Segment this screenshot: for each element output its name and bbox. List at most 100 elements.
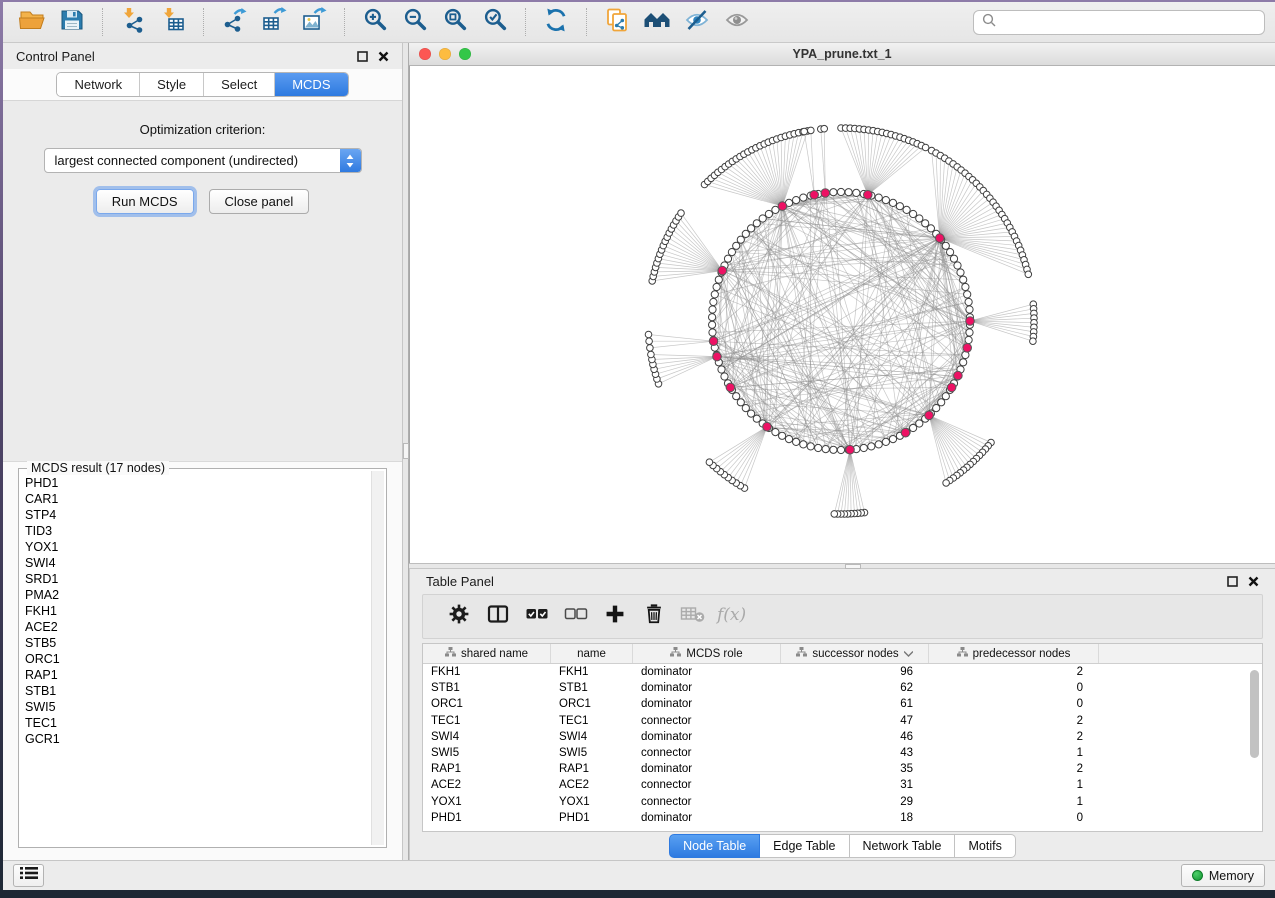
network-window-titlebar[interactable]: YPA_prune.txt_1 <box>409 43 1275 66</box>
cell: 2 <box>929 763 1099 775</box>
first-neighbors-button[interactable] <box>638 6 676 38</box>
result-node[interactable]: GCR1 <box>25 731 370 747</box>
control-panel: Control Panel NetworkStyleSelectMCDS Opt… <box>3 43 402 860</box>
tab-motifs[interactable]: Motifs <box>955 834 1015 858</box>
run-mcds-button[interactable]: Run MCDS <box>96 189 194 214</box>
table-row[interactable]: FKH1FKH1dominator962 <box>423 664 1262 680</box>
export-network-button[interactable] <box>215 6 253 38</box>
table-row[interactable]: RAP1RAP1dominator352 <box>423 761 1262 777</box>
result-node[interactable]: SWI4 <box>25 555 370 571</box>
result-node[interactable]: TEC1 <box>25 715 370 731</box>
cell: ORC1 <box>551 698 633 710</box>
table-row[interactable]: YOX1YOX1connector291 <box>423 794 1262 810</box>
table-scrollbar-thumb[interactable] <box>1250 670 1259 758</box>
export-table-button[interactable] <box>255 6 293 38</box>
result-node[interactable]: SWI5 <box>25 699 370 715</box>
cell: 0 <box>929 812 1099 824</box>
tab-network[interactable]: Network <box>57 73 140 96</box>
zoom-fit-button[interactable] <box>436 6 474 38</box>
cell: ACE2 <box>551 779 633 791</box>
memory-label: Memory <box>1209 869 1254 883</box>
tab-node-table[interactable]: Node Table <box>669 834 760 858</box>
import-network-button[interactable] <box>114 6 152 38</box>
table-tabs-bar: Node TableEdge TableNetwork TableMotifs <box>410 832 1275 860</box>
open-file-button[interactable] <box>13 6 51 38</box>
close-window-light[interactable] <box>419 48 431 60</box>
float-table-panel-icon[interactable] <box>1227 576 1238 587</box>
export-image-button[interactable] <box>295 6 333 38</box>
result-node[interactable]: RAP1 <box>25 667 370 683</box>
minimize-window-light[interactable] <box>439 48 451 60</box>
close-table-panel-icon[interactable] <box>1248 576 1259 587</box>
show-all-button[interactable] <box>718 6 756 38</box>
zoom-window-light[interactable] <box>459 48 471 60</box>
mcds-result-list[interactable]: PHD1CAR1STP4TID3YOX1SWI4SRD1PMA2FKH1ACE2… <box>25 475 370 845</box>
column-header-shared-name[interactable]: shared name <box>423 644 551 663</box>
refresh-view-button[interactable] <box>537 6 575 38</box>
cell: 96 <box>781 666 929 678</box>
table-row[interactable]: SWI5SWI5connector431 <box>423 745 1262 761</box>
mcds-tab-content: Optimization criterion: largest connecte… <box>3 100 402 462</box>
table-row[interactable]: ORC1ORC1dominator610 <box>423 696 1262 712</box>
tab-network-table[interactable]: Network Table <box>850 834 956 858</box>
column-header-predecessor-nodes[interactable]: predecessor nodes <box>929 644 1099 663</box>
cell: 2 <box>929 715 1099 727</box>
close-panel-button[interactable]: Close panel <box>209 189 310 214</box>
table-row[interactable]: PHD1PHD1dominator180 <box>423 810 1262 826</box>
horizontal-splitter[interactable] <box>409 563 1275 569</box>
zoom-out-button[interactable] <box>396 6 434 38</box>
float-panel-icon[interactable] <box>357 51 368 62</box>
show-column-panel-button[interactable] <box>478 600 517 634</box>
result-node[interactable]: ORC1 <box>25 651 370 667</box>
tab-style[interactable]: Style <box>140 73 204 96</box>
table-row[interactable]: STB1STB1dominator620 <box>423 680 1262 696</box>
result-node[interactable]: STP4 <box>25 507 370 523</box>
result-node[interactable]: SRD1 <box>25 571 370 587</box>
select-all-rows-button[interactable] <box>517 600 556 634</box>
task-history-button[interactable] <box>13 864 44 887</box>
delete-column-button[interactable] <box>634 600 673 634</box>
zoom-in-button[interactable] <box>356 6 394 38</box>
criterion-dropdown[interactable]: largest connected component (undirected) <box>44 148 362 173</box>
status-bar: Memory <box>3 860 1275 890</box>
cell: FKH1 <box>551 666 633 678</box>
hide-selected-button[interactable] <box>678 6 716 38</box>
result-node[interactable]: ACE2 <box>25 619 370 635</box>
deselect-all-rows-button[interactable] <box>556 600 595 634</box>
result-node[interactable]: PHD1 <box>25 475 370 491</box>
result-node[interactable]: TID3 <box>25 523 370 539</box>
search-input[interactable] <box>1002 15 1256 29</box>
import-table-button[interactable] <box>154 6 192 38</box>
table-header-row: shared namenameMCDS rolesuccessor nodesp… <box>423 644 1262 664</box>
table-options-button[interactable] <box>439 600 478 634</box>
tab-edge-table[interactable]: Edge Table <box>760 834 849 858</box>
cell: PHD1 <box>423 812 551 824</box>
save-session-button[interactable] <box>53 6 91 38</box>
column-header-name[interactable]: name <box>551 644 633 663</box>
tab-mcds[interactable]: MCDS <box>275 73 347 96</box>
vertical-splitter[interactable] <box>402 43 409 860</box>
result-node[interactable]: CAR1 <box>25 491 370 507</box>
column-header-successor-nodes[interactable]: successor nodes <box>781 644 929 663</box>
zoom-selected-button[interactable] <box>476 6 514 38</box>
horizontal-splitter-grip[interactable] <box>845 564 861 569</box>
result-node[interactable]: STB1 <box>25 683 370 699</box>
table-row[interactable]: ACE2ACE2connector311 <box>423 777 1262 793</box>
result-node[interactable]: YOX1 <box>25 539 370 555</box>
result-node[interactable]: STB5 <box>25 635 370 651</box>
clone-network-button[interactable] <box>598 6 636 38</box>
tab-select[interactable]: Select <box>204 73 275 96</box>
table-row[interactable]: TEC1TEC1connector472 <box>423 713 1262 729</box>
network-graph[interactable] <box>410 66 1275 563</box>
result-list-scrollbar[interactable] <box>371 471 384 845</box>
add-column-button[interactable] <box>595 600 634 634</box>
result-node[interactable]: FKH1 <box>25 603 370 619</box>
column-header-MCDS-role[interactable]: MCDS role <box>633 644 781 663</box>
table-row[interactable]: SWI4SWI4dominator462 <box>423 729 1262 745</box>
network-canvas[interactable] <box>409 66 1275 563</box>
memory-button[interactable]: Memory <box>1181 864 1265 887</box>
table-scrollbar[interactable] <box>1249 668 1259 823</box>
search-box[interactable] <box>973 10 1265 35</box>
result-node[interactable]: PMA2 <box>25 587 370 603</box>
close-panel-icon[interactable] <box>378 51 389 62</box>
